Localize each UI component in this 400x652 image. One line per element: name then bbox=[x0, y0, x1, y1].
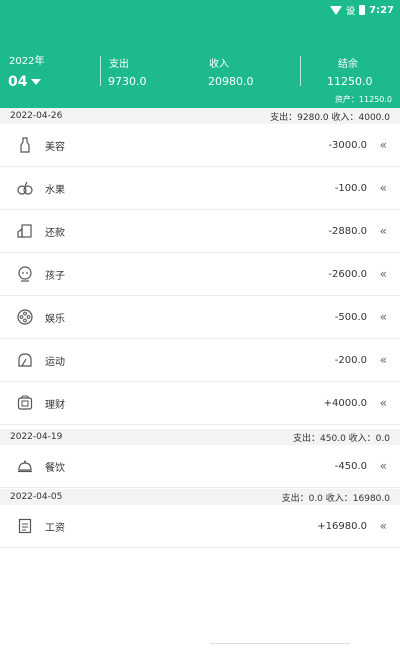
chevron-left-icon[interactable]: « bbox=[380, 459, 387, 473]
date-label: 2022-04-26 bbox=[10, 111, 63, 121]
list-item[interactable]: 美容 -3000.0 « bbox=[0, 124, 400, 167]
item-label: 水果 bbox=[45, 184, 65, 196]
date-label: 2022-04-19 bbox=[10, 432, 63, 442]
item-amount: -100.0 bbox=[334, 182, 367, 194]
chevron-left-icon[interactable]: « bbox=[380, 138, 387, 152]
salary-icon bbox=[17, 518, 33, 534]
list-item[interactable]: 孩子 -2600.0 « bbox=[0, 253, 400, 296]
summary-header: 设 7:27 2022年 04 支出 9730.0 收入 20980.0 结余 … bbox=[0, 0, 400, 108]
bottom-edge-artifact bbox=[210, 643, 350, 652]
chevron-left-icon[interactable]: « bbox=[380, 353, 387, 367]
date-header: 2022-04-05 支出：0.0 收入：16980.0 bbox=[0, 489, 400, 505]
balance-label: 结余 bbox=[338, 59, 358, 70]
status-bar: 设 7:27 bbox=[330, 3, 394, 17]
date-label: 2022-04-05 bbox=[10, 492, 63, 502]
item-label: 餐饮 bbox=[45, 462, 65, 474]
signal-indicator: 设 bbox=[346, 6, 356, 17]
list-item[interactable]: 餐饮 -450.0 « bbox=[0, 445, 400, 488]
expense-label: 支出 bbox=[109, 59, 129, 70]
balance-value: 11250.0 bbox=[327, 75, 373, 88]
month-value: 04 bbox=[8, 74, 28, 90]
item-amount: +16980.0 bbox=[317, 520, 367, 532]
fruit-icon bbox=[17, 180, 33, 196]
month-selector[interactable]: 04 bbox=[8, 74, 42, 90]
wifi-icon bbox=[330, 5, 343, 15]
item-amount: -3000.0 bbox=[328, 139, 367, 151]
dining-icon bbox=[17, 458, 33, 474]
chevron-left-icon[interactable]: « bbox=[380, 310, 387, 324]
expense-value: 9730.0 bbox=[108, 75, 147, 88]
header-divider bbox=[100, 56, 101, 86]
list-item[interactable]: 理财 +4000.0 « bbox=[0, 382, 400, 425]
year-label[interactable]: 2022年 bbox=[9, 52, 44, 67]
child-icon bbox=[17, 266, 33, 282]
income-label: 收入 bbox=[209, 59, 229, 70]
chevron-left-icon[interactable]: « bbox=[380, 224, 387, 238]
beauty-icon bbox=[17, 137, 33, 153]
battery-icon bbox=[359, 5, 366, 15]
date-header: 2022-04-26 支出：9280.0 收入：4000.0 bbox=[0, 108, 400, 124]
sport-icon bbox=[17, 352, 33, 368]
item-amount: -2880.0 bbox=[328, 225, 367, 237]
list-item[interactable]: 还款 -2880.0 « bbox=[0, 210, 400, 253]
list-item[interactable]: 水果 -100.0 « bbox=[0, 167, 400, 210]
list-item[interactable]: 运动 -200.0 « bbox=[0, 339, 400, 382]
date-summary: 支出：0.0 收入：16980.0 bbox=[281, 493, 390, 504]
item-amount: -2600.0 bbox=[328, 268, 367, 280]
repayment-icon bbox=[17, 223, 33, 239]
item-amount: +4000.0 bbox=[323, 397, 367, 409]
item-label: 孩子 bbox=[45, 270, 65, 282]
chevron-left-icon[interactable]: « bbox=[380, 267, 387, 281]
header-divider bbox=[300, 56, 301, 86]
date-header: 2022-04-19 支出：450.0 收入：0.0 bbox=[0, 429, 400, 445]
clock: 7:27 bbox=[369, 4, 394, 16]
item-label: 还款 bbox=[45, 227, 65, 239]
caret-down-icon bbox=[31, 79, 42, 85]
finance-icon bbox=[17, 395, 33, 411]
item-label: 工资 bbox=[45, 522, 65, 534]
entertainment-icon bbox=[17, 309, 33, 325]
item-amount: -200.0 bbox=[334, 354, 367, 366]
item-amount: -500.0 bbox=[334, 311, 367, 323]
item-amount: -450.0 bbox=[334, 460, 367, 472]
item-label: 娱乐 bbox=[45, 313, 65, 325]
list-item[interactable]: 工资 +16980.0 « bbox=[0, 505, 400, 548]
assets-total: 资产：11250.0 bbox=[334, 95, 392, 104]
chevron-left-icon[interactable]: « bbox=[380, 519, 387, 533]
item-label: 运动 bbox=[45, 356, 65, 368]
list-item[interactable]: 娱乐 -500.0 « bbox=[0, 296, 400, 339]
chevron-left-icon[interactable]: « bbox=[380, 181, 387, 195]
date-summary: 支出：9280.0 收入：4000.0 bbox=[270, 112, 390, 123]
date-summary: 支出：450.0 收入：0.0 bbox=[293, 433, 390, 444]
item-label: 美容 bbox=[45, 141, 65, 153]
income-value: 20980.0 bbox=[208, 75, 254, 88]
chevron-left-icon[interactable]: « bbox=[380, 396, 387, 410]
item-label: 理财 bbox=[45, 399, 65, 411]
